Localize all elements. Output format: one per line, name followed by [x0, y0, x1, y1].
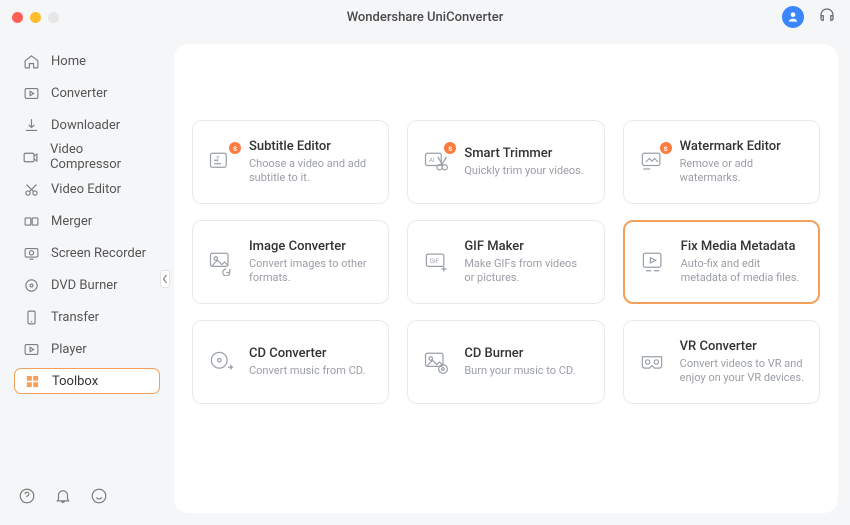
notifications-button[interactable]: [54, 487, 72, 509]
tool-title: Subtitle Editor: [249, 139, 374, 154]
tool-title: CD Converter: [249, 346, 365, 361]
sidebar-item-toolbox[interactable]: Toolbox: [14, 368, 160, 394]
sidebar-item-label: DVD Burner: [51, 278, 118, 293]
sidebar-item-label: Downloader: [51, 118, 120, 133]
app-title: Wondershare UniConverter: [0, 10, 850, 25]
tool-cd-converter[interactable]: CD Converter Convert music from CD.: [192, 320, 389, 404]
sidebar-item-label: Toolbox: [52, 374, 98, 389]
sidebar-item-player[interactable]: Player: [14, 336, 160, 362]
svg-text:AI: AI: [429, 157, 435, 164]
sidebar-item-label: Home: [51, 54, 86, 69]
user-icon: [786, 10, 800, 24]
tools-grid: T s Subtitle Editor Choose a video and a…: [192, 120, 820, 404]
maximize-window-button[interactable]: [48, 12, 59, 23]
chevron-left-icon: [162, 274, 168, 284]
minimize-window-button[interactable]: [30, 12, 41, 23]
help-button[interactable]: [18, 487, 36, 509]
gif-icon: GIF: [420, 246, 452, 278]
recorder-icon: [22, 244, 40, 262]
trim-icon: AI s: [420, 146, 452, 178]
sidebar-item-converter[interactable]: Converter: [14, 80, 160, 106]
download-icon: [22, 116, 40, 134]
support-button[interactable]: [818, 6, 836, 28]
main-content: T s Subtitle Editor Choose a video and a…: [168, 34, 850, 525]
toolbox-panel: T s Subtitle Editor Choose a video and a…: [174, 44, 838, 513]
image-icon: [205, 246, 237, 278]
sidebar-item-label: Video Compressor: [50, 142, 152, 172]
tool-subtitle-editor[interactable]: T s Subtitle Editor Choose a video and a…: [192, 120, 389, 204]
tool-smart-trimmer[interactable]: AI s Smart Trimmer Quickly trim your vid…: [407, 120, 604, 204]
tool-watermark-editor[interactable]: s Watermark Editor Remove or add waterma…: [623, 120, 820, 204]
sidebar-item-video-editor[interactable]: Video Editor: [14, 176, 160, 202]
merger-icon: [22, 212, 40, 230]
tool-title: CD Burner: [464, 346, 575, 361]
sidebar-item-downloader[interactable]: Downloader: [14, 112, 160, 138]
compress-icon: [22, 148, 39, 166]
sidebar-item-transfer[interactable]: Transfer: [14, 304, 160, 330]
tool-title: GIF Maker: [464, 239, 589, 254]
tool-fix-media-metadata[interactable]: Fix Media Metadata Auto-fix and edit met…: [623, 220, 820, 304]
badge-icon: s: [660, 142, 672, 154]
tool-title: VR Converter: [680, 339, 805, 354]
transfer-icon: [22, 308, 40, 326]
meta-icon: [637, 246, 669, 278]
tool-title: Fix Media Metadata: [681, 239, 804, 254]
sidebar-item-label: Video Editor: [51, 182, 121, 197]
tool-vr-converter[interactable]: VR Converter Convert videos to VR and en…: [623, 320, 820, 404]
help-icon: [18, 487, 36, 505]
tool-desc: Convert images to other formats.: [249, 257, 374, 286]
titlebar: Wondershare UniConverter: [0, 0, 850, 34]
editor-icon: [22, 180, 40, 198]
tool-desc: Convert music from CD.: [249, 364, 365, 378]
watermark-icon: s: [636, 146, 668, 178]
headset-icon: [818, 6, 836, 24]
dvd-icon: [22, 276, 40, 294]
cdconv-icon: [205, 346, 237, 378]
tool-desc: Choose a video and add subtitle to it.: [249, 157, 374, 186]
bell-icon: [54, 487, 72, 505]
converter-icon: [22, 84, 40, 102]
sidebar-bottom: [18, 487, 108, 509]
sidebar-nav: Home Converter Downloader Video Compress…: [14, 48, 160, 394]
player-icon: [22, 340, 40, 358]
smile-icon: [90, 487, 108, 505]
tool-title: Image Converter: [249, 239, 374, 254]
user-avatar[interactable]: [782, 6, 804, 28]
tool-desc: Convert videos to VR and enjoy on your V…: [680, 357, 805, 386]
sidebar-item-merger[interactable]: Merger: [14, 208, 160, 234]
tool-desc: Make GIFs from videos or pictures.: [464, 257, 589, 286]
sidebar-item-video-compressor[interactable]: Video Compressor: [14, 144, 160, 170]
vr-icon: [636, 346, 668, 378]
cdburn-icon: [420, 346, 452, 378]
tool-title: Watermark Editor: [680, 139, 805, 154]
sidebar-item-dvd-burner[interactable]: DVD Burner: [14, 272, 160, 298]
badge-icon: s: [229, 142, 241, 154]
tool-title: Smart Trimmer: [464, 146, 583, 161]
sidebar-item-screen-recorder[interactable]: Screen Recorder: [14, 240, 160, 266]
sidebar-item-home[interactable]: Home: [14, 48, 160, 74]
toolbox-icon: [23, 372, 41, 390]
tool-cd-burner[interactable]: CD Burner Burn your music to CD.: [407, 320, 604, 404]
window-controls: [12, 12, 59, 23]
sidebar-item-label: Player: [51, 342, 87, 357]
tool-desc: Remove or add watermarks.: [680, 157, 805, 186]
feedback-button[interactable]: [90, 487, 108, 509]
badge-icon: s: [444, 142, 456, 154]
svg-text:GIF: GIF: [430, 258, 440, 265]
tool-gif-maker[interactable]: GIF GIF Maker Make GIFs from videos or p…: [407, 220, 604, 304]
sidebar-collapse-button[interactable]: [160, 270, 170, 288]
sidebar: Home Converter Downloader Video Compress…: [0, 34, 168, 525]
tool-desc: Burn your music to CD.: [464, 364, 575, 378]
close-window-button[interactable]: [12, 12, 23, 23]
subtitle-icon: T s: [205, 146, 237, 178]
tool-image-converter[interactable]: Image Converter Convert images to other …: [192, 220, 389, 304]
sidebar-item-label: Transfer: [51, 310, 99, 325]
sidebar-item-label: Screen Recorder: [51, 246, 146, 261]
home-icon: [22, 52, 40, 70]
tool-desc: Quickly trim your videos.: [464, 164, 583, 178]
sidebar-item-label: Merger: [51, 214, 92, 229]
sidebar-item-label: Converter: [51, 86, 107, 101]
svg-text:T: T: [216, 156, 221, 164]
tool-desc: Auto-fix and edit metadata of media file…: [681, 257, 804, 286]
